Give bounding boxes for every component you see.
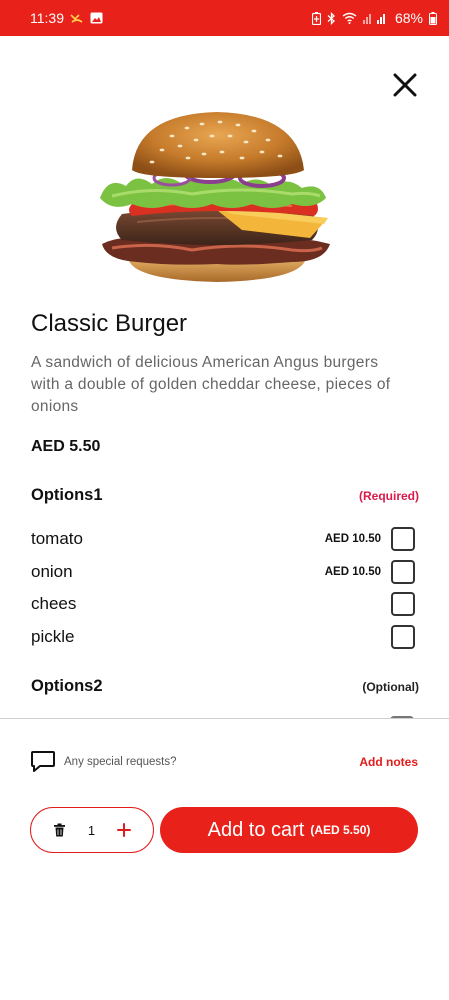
required-tag: (Required) xyxy=(359,488,419,503)
bottom-panel: Any special requests? Add notes 1 Add to… xyxy=(0,718,449,1000)
product-price: AED 5.50 xyxy=(31,438,101,455)
trash-icon xyxy=(53,823,65,837)
chat-bubble-icon xyxy=(31,751,55,772)
options1-header: Options1 (Required) xyxy=(31,486,419,505)
quantity-stepper[interactable]: 1 xyxy=(30,807,154,853)
options2-title: Options2 xyxy=(31,677,103,695)
option-checkbox-chees[interactable] xyxy=(391,592,415,616)
option-checkbox-tomato[interactable] xyxy=(391,527,415,551)
add-notes-link[interactable]: Add notes xyxy=(359,755,418,769)
burger-image xyxy=(100,112,330,282)
optional-tag: (Optional) xyxy=(362,679,419,694)
option-row-tomato[interactable]: tomato AED 10.50 xyxy=(31,525,415,553)
add-to-cart-price: (AED 5.50) xyxy=(310,823,371,837)
option-checkbox-pickle[interactable] xyxy=(391,625,415,649)
option-checkbox-onion[interactable] xyxy=(391,560,415,584)
close-button[interactable] xyxy=(388,68,422,102)
signal-icon xyxy=(362,12,389,24)
option-right xyxy=(391,592,415,616)
option-price: AED 10.50 xyxy=(324,566,381,578)
option-row-chees[interactable]: chees xyxy=(31,590,415,618)
close-icon xyxy=(393,73,417,97)
plus-icon xyxy=(117,823,132,837)
add-to-cart-label: Add to cart xyxy=(207,818,305,841)
battery-icon xyxy=(429,11,437,25)
status-bar-left: 11:39 xyxy=(30,10,103,26)
product-title: Classic Burger xyxy=(31,310,188,337)
option-right: AED 10.50 xyxy=(325,560,415,584)
special-requests-row: Any special requests? Add notes xyxy=(30,749,418,775)
battery-percent: 68% xyxy=(394,10,423,26)
add-to-cart-button[interactable]: Add to cart (AED 5.50) xyxy=(160,807,418,853)
option-name: chees xyxy=(31,594,77,613)
option-right xyxy=(391,625,415,649)
status-time: 11:39 xyxy=(30,10,64,26)
option-name: tomato xyxy=(31,529,83,548)
special-requests-prompt: Any special requests? xyxy=(30,750,177,774)
wifi-icon xyxy=(342,12,357,24)
increment-button[interactable] xyxy=(117,823,132,837)
special-requests-text: Any special requests? xyxy=(64,756,177,768)
status-bar: 11:39 68% xyxy=(0,0,449,36)
delete-button[interactable] xyxy=(53,823,66,837)
option-name: pickle xyxy=(31,627,75,646)
option-right: AED 10.50 xyxy=(325,527,415,551)
status-bar-right: 68% xyxy=(311,10,437,26)
gallery-icon xyxy=(90,12,103,24)
options2-header: Options2 (Optional) xyxy=(31,677,419,696)
missed-call-icon xyxy=(70,12,84,24)
option-row-pickle[interactable]: pickle xyxy=(31,623,415,651)
options1-title: Options1 xyxy=(31,486,103,504)
bluetooth-icon xyxy=(327,11,336,25)
option-name: onion xyxy=(31,562,73,581)
product-description: A sandwich of delicious American Angus b… xyxy=(31,354,391,415)
option-price: AED 10.50 xyxy=(324,533,381,545)
option-row-onion[interactable]: onion AED 10.50 xyxy=(31,558,415,586)
quantity-value: 1 xyxy=(87,822,96,838)
battery-saver-icon xyxy=(311,11,321,25)
